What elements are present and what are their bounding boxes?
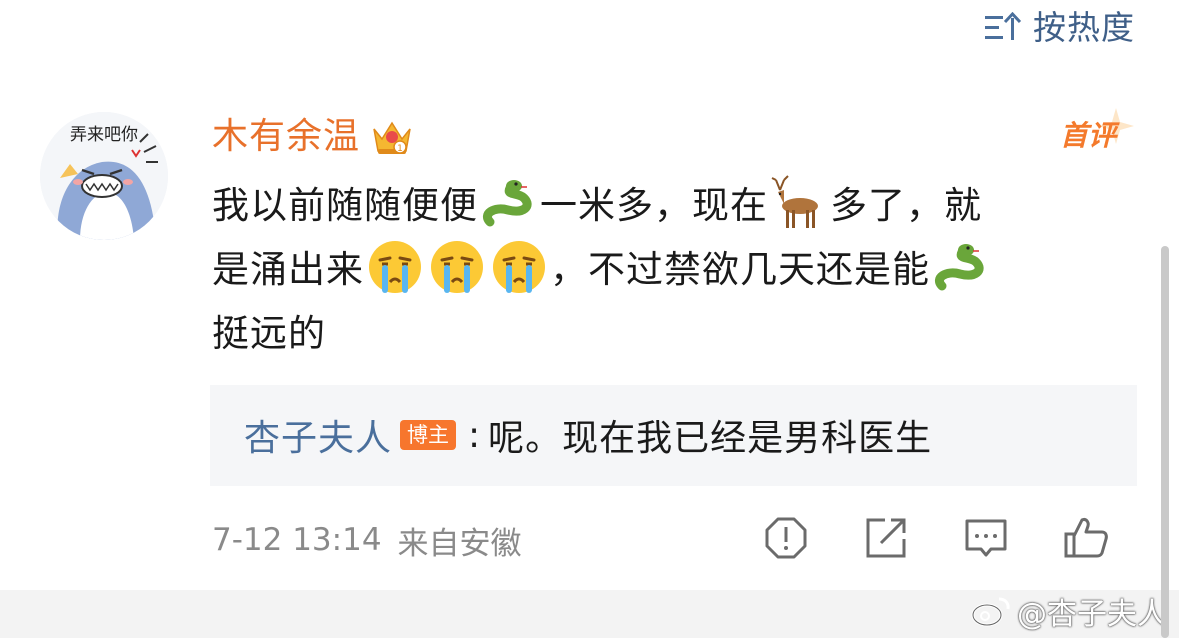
reply-text: 呢。现在我已经是男科医生 [488, 418, 933, 459]
comment-segment: ，不过禁欲几天还是能 [550, 248, 930, 291]
reply-author[interactable]: 杏子夫人 [244, 409, 392, 461]
snake-emoji [480, 174, 538, 232]
comment-line-1: 我以前随随便便 一米多，现在 多了，就 [212, 174, 1142, 238]
reply-box[interactable]: 杏子夫人 博主 : 呢。现在我已经是男科医生 [210, 385, 1137, 486]
deer-emoji [770, 174, 828, 232]
comment-segment: 多了，就 [830, 184, 982, 227]
comment-line-3: 挺远的 [212, 302, 1142, 366]
author-name[interactable]: 木有余温 [212, 112, 360, 162]
author-row: 木有余温 1 [212, 112, 414, 162]
svg-text:1: 1 [397, 144, 403, 154]
sort-by-hot-button[interactable]: 按热度 [983, 8, 1135, 48]
report-icon [765, 517, 807, 559]
comment-line-2: 是涌出来 ，不过禁欲几天还是能 [212, 238, 1142, 302]
share-button[interactable] [836, 512, 936, 564]
comment-button[interactable] [936, 512, 1036, 564]
share-icon [866, 518, 906, 558]
comment-meta: 7-12 13:14 来自安徽 [212, 518, 522, 562]
watermark: @杏子夫人 [971, 588, 1167, 634]
watermark-text: @杏子夫人 [1017, 597, 1167, 632]
comment-screen: 按热度 弄来吧你 木有余温 1 首评 我以前随随便便 一米多，现在 多了，就 是… [0, 0, 1179, 638]
comment-item: 弄来吧你 木有余温 1 首评 我以前随随便便 一米多，现在 多了，就 是涌出来 … [0, 100, 1160, 580]
comment-date: 7-12 13:14 [212, 522, 382, 558]
comment-segment: 我以前随随便便 [212, 184, 478, 227]
avatar-text: 弄来吧你 [70, 125, 138, 145]
reply-separator: : [468, 414, 481, 456]
weibo-logo-icon [971, 597, 1010, 627]
comment-text: 我以前随随便便 一米多，现在 多了，就 是涌出来 ，不过禁欲几天还是能 挺远的 [212, 174, 1142, 366]
sort-label: 按热度 [1033, 8, 1135, 47]
crown-icon: 1 [370, 115, 414, 159]
crying-emoji [428, 238, 486, 296]
first-comment-badge: 首评 [1050, 108, 1134, 160]
comment-segment: 是涌出来 [212, 248, 364, 291]
first-comment-label: 首评 [1059, 119, 1116, 152]
reply-line: 杏子夫人 博主 : 呢。现在我已经是男科医生 [244, 409, 932, 461]
avatar[interactable]: 弄来吧你 [40, 112, 168, 240]
scrollbar[interactable] [1161, 246, 1169, 638]
crying-emoji [366, 238, 424, 296]
blogger-badge: 博主 [400, 420, 457, 450]
crying-emoji [490, 238, 548, 296]
sort-icon [983, 12, 1023, 44]
comment-location: 来自安徽 [397, 525, 522, 562]
comment-icon [965, 519, 1007, 557]
like-icon [1064, 518, 1108, 558]
like-button[interactable] [1036, 512, 1136, 564]
comment-segment: 挺远的 [212, 312, 326, 355]
report-button[interactable] [736, 512, 836, 564]
comment-actions [736, 512, 1136, 564]
comment-segment: 一米多，现在 [540, 184, 768, 227]
snake-emoji [932, 238, 990, 296]
